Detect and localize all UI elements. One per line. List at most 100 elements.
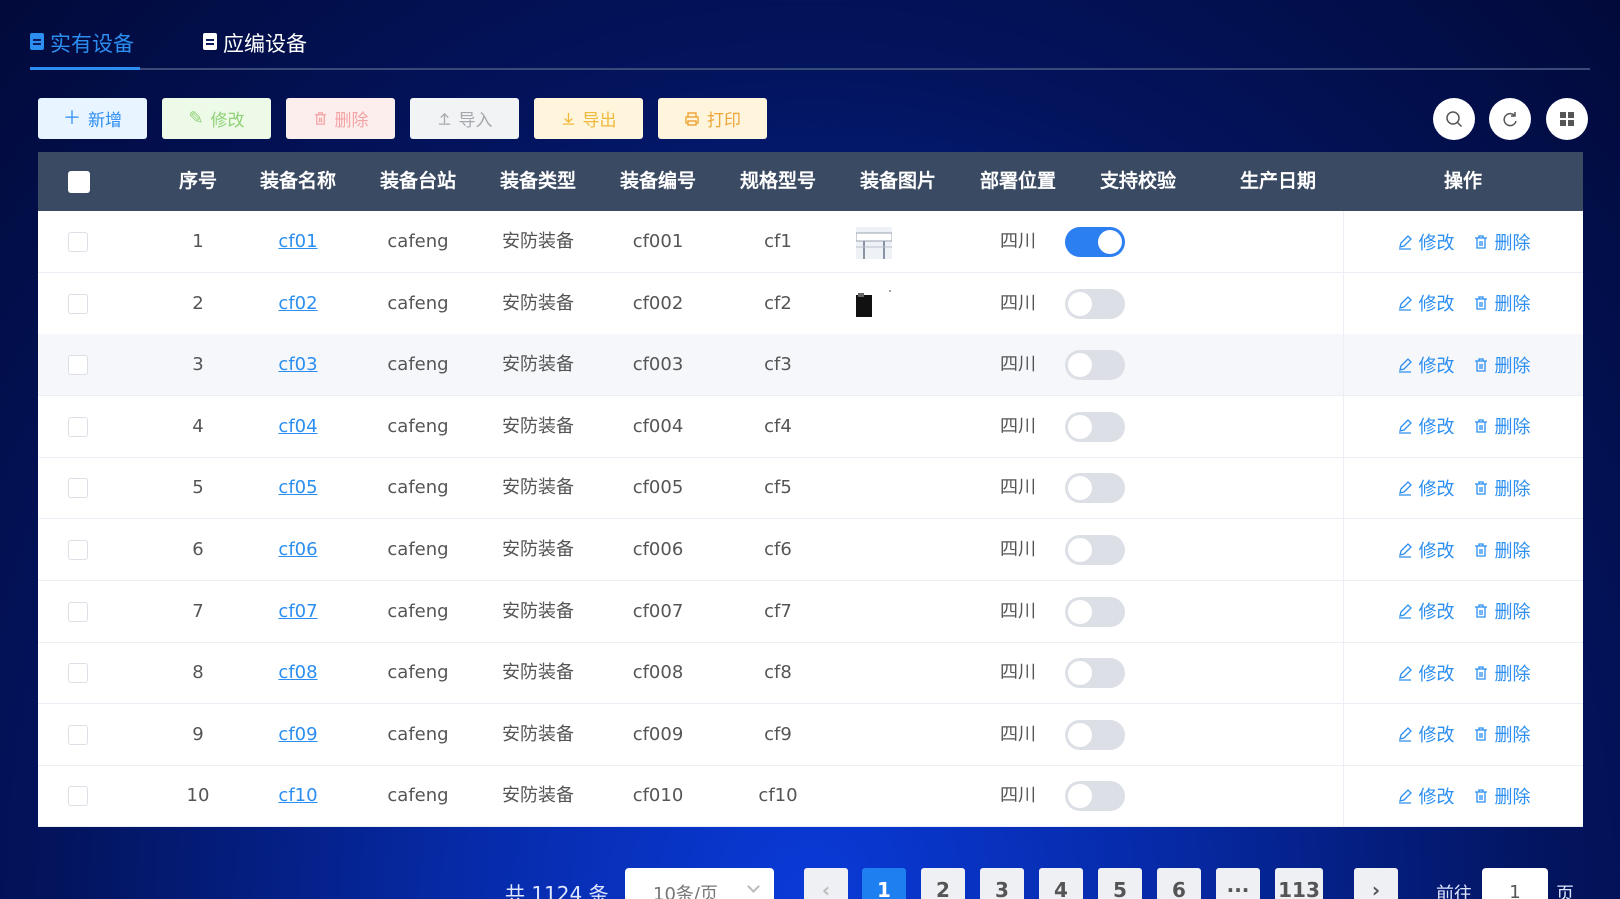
equipment-name-link[interactable]: cf09 [238, 704, 358, 765]
verify-switch[interactable] [1065, 227, 1125, 257]
row-checkbox[interactable] [68, 724, 88, 745]
equipment-name-link[interactable]: cf07 [238, 581, 358, 642]
tab-required-equipment[interactable]: 应编设备 [203, 28, 307, 70]
cell-model: cf1 [764, 231, 792, 252]
page-button[interactable]: 113 [1275, 868, 1323, 899]
header-date: 生产日期 [1239, 170, 1316, 192]
row-edit-button[interactable]: 修改 [1397, 660, 1455, 686]
row-delete-button[interactable]: 删除 [1473, 229, 1531, 255]
row-edit-button[interactable]: 修改 [1397, 413, 1455, 439]
row-delete-button[interactable]: 删除 [1473, 598, 1531, 624]
page-button[interactable]: 3 [980, 868, 1024, 899]
row-edit-button[interactable]: 修改 [1397, 783, 1455, 809]
row-checkbox[interactable] [68, 478, 88, 499]
chevron-down-icon [747, 880, 760, 893]
trash-icon [1474, 789, 1487, 803]
cell-location: 四川 [1000, 600, 1036, 622]
cell-date [1218, 457, 1338, 518]
page-button[interactable]: 5 [1098, 868, 1142, 899]
equipment-name-link[interactable]: cf04 [238, 396, 358, 457]
row-edit-button[interactable]: 修改 [1397, 537, 1455, 563]
pencil-icon [1398, 419, 1412, 434]
page-ellipsis[interactable]: ··· [1216, 868, 1260, 899]
row-checkbox[interactable] [68, 232, 88, 252]
row-checkbox[interactable] [68, 355, 88, 376]
export-button[interactable]: 导出 [534, 98, 643, 139]
equipment-name-link[interactable]: cf08 [238, 642, 358, 703]
refresh-button[interactable] [1489, 98, 1531, 140]
equipment-name-link[interactable]: cf03 [238, 334, 358, 395]
page-button[interactable]: 4 [1039, 868, 1083, 899]
cell-model: cf10 [758, 785, 798, 807]
verify-switch[interactable] [1065, 535, 1125, 565]
row-edit-label: 修改 [1418, 232, 1455, 254]
pencil-icon [1398, 727, 1412, 742]
edit-button[interactable]: ✎ 修改 [162, 98, 271, 139]
cell-code: cf002 [632, 292, 684, 314]
print-button[interactable]: 打印 [658, 98, 767, 139]
goto-page-input[interactable] [1482, 868, 1548, 899]
row-checkbox[interactable] [68, 293, 88, 314]
row-edit-button[interactable]: 修改 [1397, 598, 1455, 624]
row-checkbox[interactable] [68, 786, 88, 807]
verify-switch[interactable] [1065, 473, 1125, 504]
equipment-thumbnail[interactable] [856, 287, 892, 323]
page-button[interactable]: 2 [921, 868, 965, 899]
switch-knob [1068, 599, 1092, 624]
add-button[interactable]: ＋ 新增 [38, 98, 147, 139]
row-delete-button[interactable]: 删除 [1473, 475, 1531, 501]
import-button[interactable]: 导入 [410, 98, 519, 139]
tab-actual-equipment[interactable]: 实有设备 [30, 28, 140, 70]
verify-switch[interactable] [1065, 411, 1125, 442]
row-edit-button[interactable]: 修改 [1397, 352, 1455, 378]
equipment-name-link[interactable]: cf01 [238, 211, 358, 272]
row-edit-label: 修改 [1418, 355, 1455, 377]
page-button[interactable]: 1 [862, 868, 906, 899]
cell-station: cafeng [387, 785, 449, 807]
verify-switch[interactable] [1065, 288, 1125, 319]
equipment-name-link[interactable]: cf05 [238, 457, 358, 518]
row-delete-button[interactable]: 删除 [1473, 352, 1531, 378]
pencil-icon [1398, 296, 1412, 311]
row-delete-button[interactable]: 删除 [1473, 783, 1531, 809]
cell-code: cf003 [632, 354, 684, 376]
row-edit-button[interactable]: 修改 [1397, 290, 1455, 316]
page-size-select[interactable]: 10条/页 [625, 868, 774, 899]
page-button[interactable]: 6 [1157, 868, 1201, 899]
row-edit-button[interactable]: 修改 [1397, 229, 1455, 255]
delete-button[interactable]: 删除 [286, 98, 395, 139]
row-edit-button[interactable]: 修改 [1397, 721, 1455, 747]
equipment-name-link[interactable]: cf10 [238, 765, 358, 826]
equipment-name-link[interactable]: cf06 [238, 519, 358, 580]
verify-switch[interactable] [1065, 719, 1125, 750]
row-checkbox[interactable] [68, 540, 88, 560]
row-checkbox[interactable] [68, 601, 88, 622]
search-button[interactable] [1433, 98, 1475, 140]
select-all-checkbox[interactable] [68, 171, 90, 193]
equipment-thumbnail[interactable] [856, 225, 892, 261]
equipment-name-link[interactable]: cf02 [238, 273, 358, 334]
verify-switch[interactable] [1065, 781, 1125, 812]
verify-switch[interactable] [1065, 350, 1125, 381]
cell-model: cf6 [764, 539, 792, 560]
row-delete-button[interactable]: 删除 [1473, 537, 1531, 563]
row-checkbox[interactable] [68, 416, 88, 437]
row-delete-label: 删除 [1494, 602, 1531, 624]
row-edit-button[interactable]: 修改 [1397, 475, 1455, 501]
cell-model: cf4 [764, 415, 792, 437]
row-actions: 修改 删除 [1343, 211, 1583, 272]
cell-location: 四川 [1000, 231, 1036, 252]
trash-icon [1474, 419, 1487, 433]
verify-switch[interactable] [1065, 658, 1125, 689]
row-delete-button[interactable]: 删除 [1473, 660, 1531, 686]
row-delete-button[interactable]: 删除 [1473, 721, 1531, 747]
header-type: 装备类型 [499, 170, 576, 192]
row-checkbox[interactable] [68, 663, 88, 684]
next-page-button[interactable]: › [1354, 868, 1398, 899]
prev-page-button[interactable]: ‹ [804, 868, 848, 899]
clipboard-icon [30, 33, 44, 50]
columns-button[interactable] [1546, 98, 1588, 140]
row-delete-button[interactable]: 删除 [1473, 413, 1531, 439]
verify-switch[interactable] [1065, 596, 1125, 627]
row-delete-button[interactable]: 删除 [1473, 290, 1531, 316]
